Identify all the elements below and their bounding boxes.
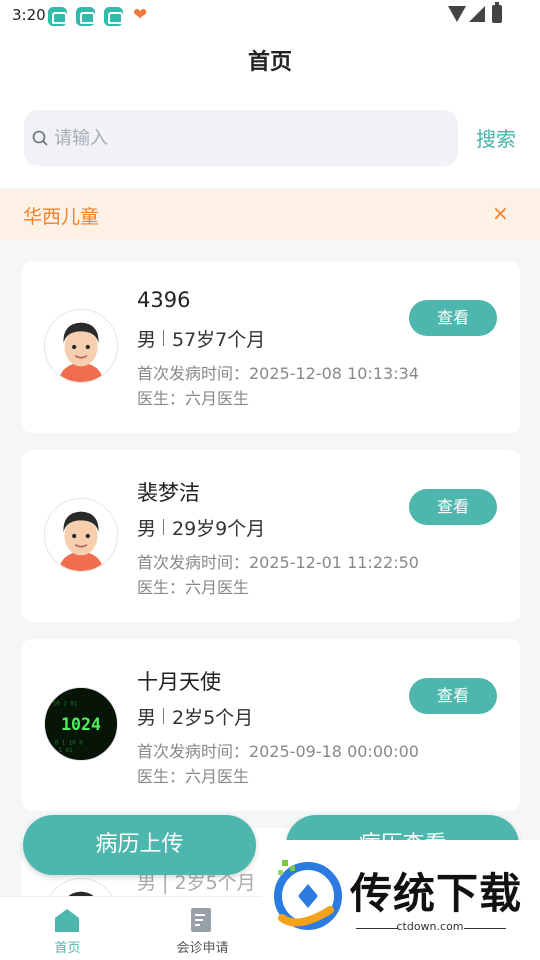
page-title: 首页 [247,50,292,75]
watermark-logo: 传统下载 ctdown.com [262,840,540,940]
patient-age: 2岁5个月 [172,707,254,729]
patient-age: 29岁9个月 [172,518,266,540]
status-bar: 3:20 ❤ [0,0,540,32]
heart-app-icon: ❤ [133,5,148,25]
close-icon[interactable]: × [492,202,509,224]
home-icon [55,909,79,932]
hospital-banner: 华西儿童 × [0,190,540,240]
search-icon [32,130,48,146]
doctor-name: 医生：六月医生 [137,767,250,786]
watermark-subtitle: ctdown.com [396,920,464,933]
car-app-icon [104,7,123,26]
tab-consultation[interactable]: 会诊申请 [135,897,270,960]
avatar-code-text: 1024 [61,715,101,734]
onset-time: 首次发病时间：2025-09-18 00:00:00 [137,742,419,761]
wifi-icon [448,6,466,22]
view-button[interactable]: 查看 [409,489,497,525]
search-box[interactable] [24,110,458,166]
header: 首页 [0,32,540,92]
view-button[interactable]: 查看 [409,678,497,714]
car-app-icon [48,7,67,26]
search-area: 搜索 [0,92,540,188]
document-edit-icon [191,908,211,932]
view-button[interactable]: 查看 [409,300,497,336]
svg-text:1 01: 1 01 [59,748,74,754]
record-card[interactable]: 10 1 01 0 1 10 0 1 01 1024 十月天使 男 2岁5个月 … [22,639,520,811]
avatar: 10 1 01 0 1 10 0 1 01 1024 [44,687,118,761]
patient-gender: 男 [137,329,157,351]
patient-name: 裴梦洁 [137,481,200,505]
tab-label: 首页 [54,941,81,956]
search-button[interactable]: 搜索 [476,123,516,152]
tab-label: 会诊申请 [176,941,229,956]
svg-text:10 1 01: 10 1 01 [53,702,78,708]
svg-text:0 1 10 0: 0 1 10 0 [55,740,84,746]
record-card[interactable]: 4396 男 57岁7个月 首次发病时间：2025-12-08 10:13:34… [22,261,520,433]
search-input[interactable] [54,123,444,153]
divider [163,708,164,724]
battery-icon [492,2,502,23]
patient-name: 十月天使 [137,670,221,694]
watermark-title: 传统下载 [350,869,523,918]
avatar [44,498,118,572]
doctor-name: 医生：六月医生 [137,578,250,597]
watermark-logo-icon [274,860,342,930]
car-app-icon [76,7,95,26]
onset-time: 首次发病时间：2025-12-01 11:22:50 [137,553,419,572]
doctor-name: 医生：六月医生 [137,389,250,408]
patient-gender: 男 [137,518,157,540]
onset-time: 首次发病时间：2025-12-08 10:13:34 [137,364,419,383]
upload-record-button[interactable]: 病历上传 [23,815,256,875]
status-time: 3:20 [12,6,46,24]
patient-name: 4396 [137,288,191,312]
patient-gender: 男 [137,707,157,729]
divider [464,928,506,929]
patient-age: 57岁7个月 [172,329,266,351]
banner-text: 华西儿童 [23,206,100,228]
avatar [44,309,118,383]
signal-icon [469,6,485,22]
tab-home[interactable]: 首页 [0,897,135,960]
divider [163,330,164,346]
divider [163,519,164,535]
record-card[interactable]: 裴梦洁 男 29岁9个月 首次发病时间：2025-12-01 11:22:50 … [22,450,520,622]
